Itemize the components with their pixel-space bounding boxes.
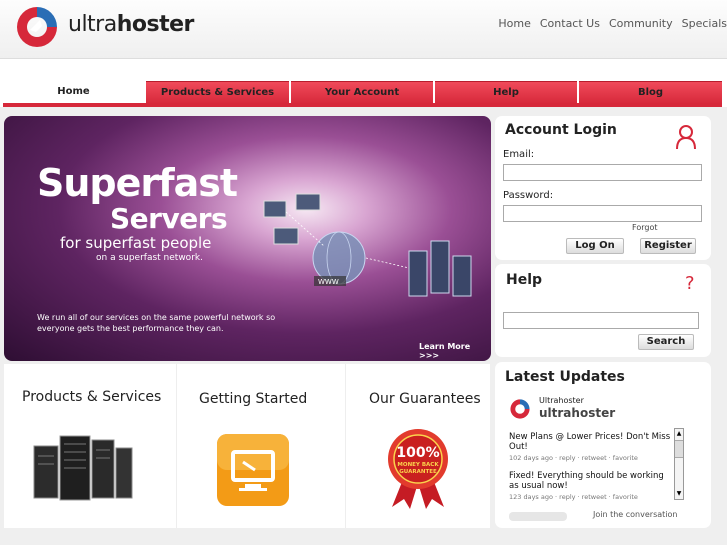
nav-specials[interactable]: Specials	[682, 17, 727, 30]
badge-percent: 100%	[396, 445, 439, 461]
help-search-input[interactable]	[503, 312, 699, 329]
email-label: Email:	[503, 149, 535, 160]
getting-started-heading[interactable]: Getting Started	[199, 391, 307, 407]
money-back-guarantee-badge[interactable]: 100% MONEY BACK GUARANTEE	[384, 427, 452, 509]
log-on-button[interactable]: Log On	[566, 238, 624, 254]
hero-title-line1: Superfast	[37, 161, 238, 205]
monitor-icon[interactable]	[215, 432, 291, 508]
account-handle[interactable]: ultrahoster	[539, 406, 615, 420]
updates-title: Latest Updates	[505, 369, 625, 385]
hero-description: We run all of our services on the same p…	[37, 313, 276, 333]
top-navigation: Home Contact Us Community Specials	[489, 17, 727, 30]
forgot-password-link[interactable]: Forgot Password?	[632, 222, 692, 233]
nav-contact-us[interactable]: Contact Us	[540, 17, 600, 30]
tweet-text: New Plans @ Lower Prices! Don't Miss Out…	[509, 432, 671, 452]
hero-title-line2: Servers	[110, 202, 228, 235]
tab-help[interactable]: Help	[435, 81, 577, 104]
logo-icon[interactable]	[14, 4, 60, 50]
scrollbar-thumb[interactable]	[675, 440, 683, 458]
hero-subtitle-small: on a superfast network.	[96, 253, 203, 263]
ultrahoster-avatar-icon	[510, 399, 530, 419]
servers-image[interactable]	[32, 430, 134, 504]
tweet-meta[interactable]: 102 days ago · reply · retweet · favorit…	[509, 454, 638, 462]
tab-blog[interactable]: Blog	[579, 81, 722, 104]
login-title: Account Login	[505, 122, 617, 138]
search-button[interactable]: Search	[638, 334, 694, 350]
network-illustration: WWW	[263, 193, 472, 297]
join-conversation-link[interactable]: Join the conversation	[593, 510, 677, 519]
tweets-scrollbar[interactable]: ▲ ▼	[674, 428, 684, 500]
column-divider	[345, 364, 346, 528]
logo-text-light: ultra	[68, 12, 117, 37]
nav-community[interactable]: Community	[609, 17, 673, 30]
register-button[interactable]: Register	[640, 238, 696, 254]
login-panel: Account Login Email: Password: Forgot Pa…	[495, 116, 711, 260]
updates-panel: Latest Updates Ultrahoster ultrahoster N…	[495, 362, 711, 528]
hero-banner[interactable]: WWW Superfast Servers for superfast peop…	[4, 116, 491, 361]
main-tabs: Home Products & Services Your Account He…	[3, 81, 722, 104]
help-panel: Help ? Search	[495, 264, 711, 357]
our-guarantees-heading[interactable]: Our Guarantees	[369, 391, 481, 407]
scroll-up-icon[interactable]: ▲	[675, 429, 683, 439]
user-icon	[676, 125, 696, 150]
tweet-text: Fixed! Everything should be working as u…	[509, 471, 664, 491]
hero-subtitle: for superfast people	[60, 234, 212, 252]
question-icon: ?	[685, 273, 695, 294]
tweet-meta[interactable]: 123 days ago · reply · retweet · favorit…	[509, 493, 638, 501]
logo-text-bold: hoster	[116, 12, 195, 37]
help-title: Help	[506, 272, 543, 288]
badge-line2: GUARANTEE	[399, 469, 437, 475]
tab-home[interactable]: Home	[3, 81, 144, 104]
password-label: Password:	[503, 190, 554, 201]
password-field[interactable]	[503, 205, 702, 222]
email-field[interactable]	[503, 164, 702, 181]
products-services-heading[interactable]: Products & Services	[22, 389, 161, 405]
column-divider	[176, 364, 177, 528]
site-header: ultrahoster Home Contact Us Community Speci…	[0, 0, 727, 59]
tab-products-services[interactable]: Products & Services	[146, 81, 289, 104]
logo-wordmark[interactable]: ultrahoster	[68, 12, 194, 37]
www-label: WWW	[318, 278, 339, 286]
learn-more-link[interactable]: Learn More >>>	[419, 342, 491, 360]
scroll-down-icon[interactable]: ▼	[675, 489, 683, 499]
badge-line1: MONEY BACK	[397, 462, 439, 468]
account-name: Ultrahoster	[539, 396, 584, 405]
twitter-logo-icon[interactable]	[509, 512, 567, 521]
tab-your-account[interactable]: Your Account	[291, 81, 433, 104]
nav-home[interactable]: Home	[498, 17, 530, 30]
